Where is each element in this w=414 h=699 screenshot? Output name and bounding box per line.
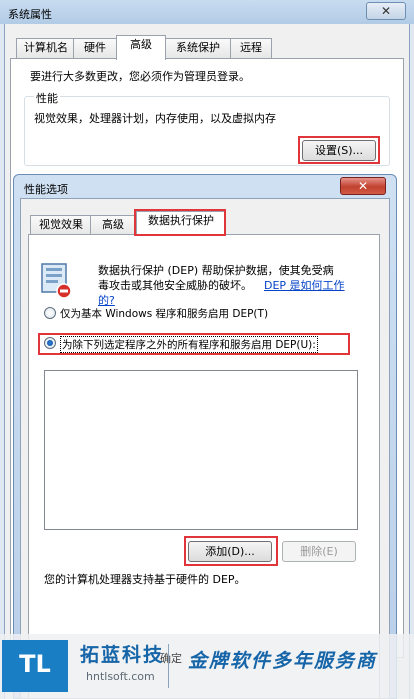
tab-advanced[interactable]: 高级 [116, 35, 166, 60]
outer-window-title: 系统属性 [8, 8, 52, 21]
option-basic-label[interactable]: 仅为基本 Windows 程序和服务启用 DEP(T) [60, 306, 268, 321]
add-button[interactable]: 添加(D)... [188, 541, 272, 562]
tab-visual-effects[interactable]: 视觉效果 [30, 215, 92, 235]
outer-title-bar: 系统属性 [0, 0, 414, 24]
watermark-company-name: 拓蓝科技 [80, 644, 165, 666]
dialog-close-button[interactable]: ✕ [340, 177, 386, 195]
watermark-url: hntlsoft.com [86, 670, 155, 683]
tab-computer-name[interactable]: 计算机名 [16, 38, 76, 59]
close-icon: ✕ [357, 179, 369, 193]
option-all-label[interactable]: 为除下列选定程序之外的所有程序和服务启用 DEP(U): [60, 336, 318, 353]
admin-note: 要进行大多数更改，您必须作为管理员登录。 [30, 70, 250, 83]
dialog-title: 性能选项 [24, 183, 68, 196]
close-icon: ✕ [380, 4, 392, 18]
remove-button[interactable]: 删除(E) [282, 541, 356, 562]
watermark-divider [168, 644, 169, 688]
option-all-radio[interactable] [44, 337, 56, 349]
watermark-slogan: 金牌软件多年服务商 [188, 650, 378, 672]
outer-close-button[interactable]: ✕ [366, 2, 406, 20]
option-basic-radio[interactable] [44, 307, 56, 319]
dep-description-line1: 数据执行保护 (DEP) 帮助保护数据，使其免受病 [98, 264, 334, 277]
excluded-programs-list[interactable] [44, 370, 358, 530]
settings-button[interactable]: 设置(S)... [302, 140, 376, 161]
tab-remote[interactable]: 远程 [230, 38, 272, 59]
tab-system-protection[interactable]: 系统保护 [164, 38, 232, 59]
watermark-logo: TL [2, 640, 68, 692]
performance-description: 视觉效果，处理器计划，内存使用，以及虚拟内存 [34, 112, 276, 125]
tab-dialog-advanced[interactable]: 高级 [90, 215, 136, 235]
performance-group-title: 性能 [34, 90, 60, 106]
tab-hardware[interactable]: 硬件 [73, 38, 117, 59]
dep-tab-highlight [134, 209, 226, 236]
dep-shield-icon [40, 262, 74, 300]
hardware-dep-note: 您的计算机处理器支持基于硬件的 DEP。 [44, 573, 246, 586]
dep-description-line2: 毒攻击或其他安全威胁的破坏。 [98, 279, 252, 292]
dep-help-link[interactable]: DEP 是如何工作 [264, 277, 345, 293]
